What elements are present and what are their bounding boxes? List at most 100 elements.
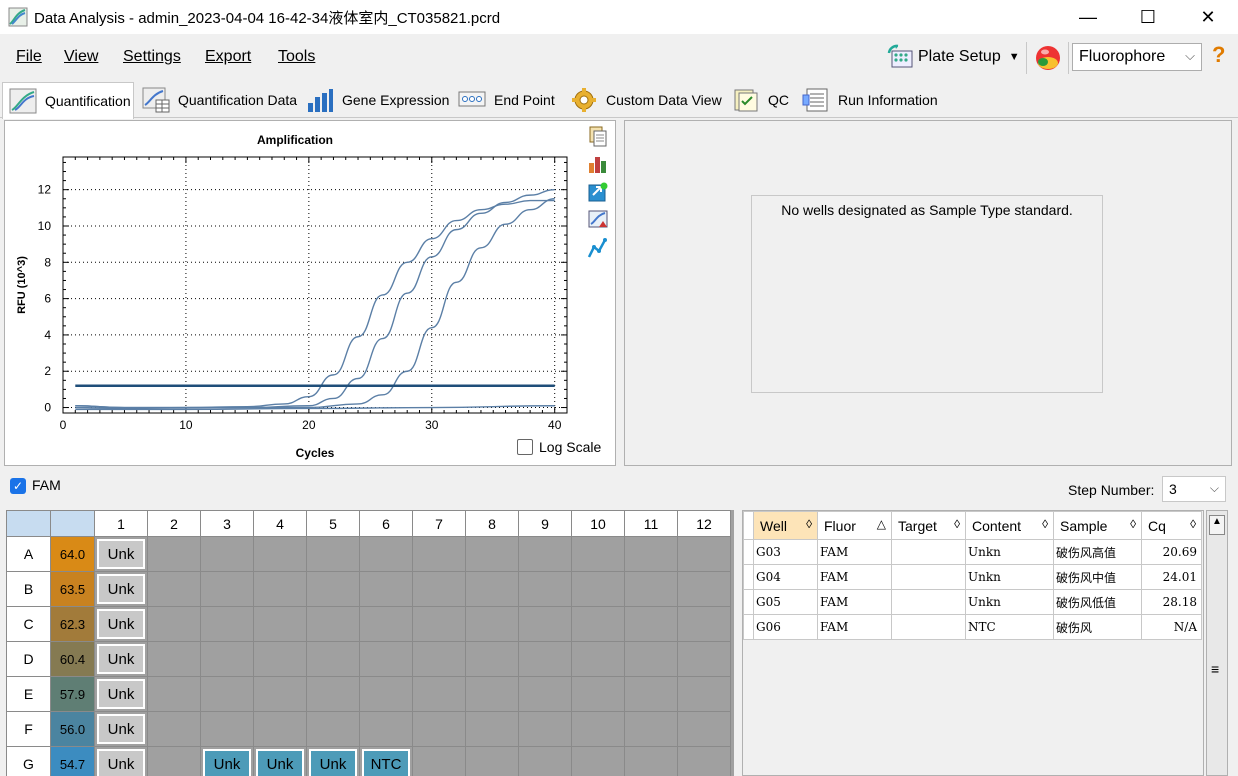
results-scrollbar[interactable]: ▲ ≡ xyxy=(1206,510,1228,776)
plate-well[interactable] xyxy=(571,676,625,712)
table-row[interactable]: G03 FAM Unkn 破伤风高值 20.69 xyxy=(743,539,1202,565)
plate-corner[interactable] xyxy=(6,510,51,537)
curve-fit-icon[interactable] xyxy=(587,237,609,259)
plate-column-header[interactable]: 11 xyxy=(624,510,678,537)
scroll-up-icon[interactable]: ▲ xyxy=(1209,515,1225,535)
plate-well[interactable] xyxy=(677,676,731,712)
plate-row-header[interactable]: A xyxy=(6,536,51,572)
plate-column-header[interactable]: 12 xyxy=(677,510,731,537)
plate-well[interactable] xyxy=(147,571,201,607)
plate-well[interactable] xyxy=(571,571,625,607)
tab-qc[interactable]: QC xyxy=(726,82,794,118)
plate-well[interactable] xyxy=(253,676,307,712)
plate-well[interactable] xyxy=(359,606,413,642)
plate-well[interactable]: Unk xyxy=(253,746,307,776)
plate-well[interactable] xyxy=(253,641,307,677)
plate-well[interactable] xyxy=(147,641,201,677)
plate-well[interactable] xyxy=(200,641,254,677)
plate-well[interactable] xyxy=(200,536,254,572)
plate-column-header[interactable]: 1 xyxy=(94,510,148,537)
plate-well[interactable] xyxy=(306,676,360,712)
sort-icon[interactable]: ◊ xyxy=(1130,517,1136,531)
results-column-header[interactable]: Well ◊ xyxy=(753,511,818,540)
log-scale-checkbox[interactable]: Log Scale xyxy=(517,439,601,455)
sort-icon[interactable]: ◊ xyxy=(954,517,960,531)
plate-row-header[interactable]: D xyxy=(6,641,51,677)
plate-well[interactable] xyxy=(624,746,678,776)
plate-well[interactable] xyxy=(624,571,678,607)
plate-well[interactable] xyxy=(359,641,413,677)
plate-column-header[interactable]: 4 xyxy=(253,510,307,537)
plate-row-header[interactable]: C xyxy=(6,606,51,642)
plate-well[interactable] xyxy=(359,711,413,747)
tab-quantification[interactable]: Quantification xyxy=(2,82,134,119)
plate-well[interactable] xyxy=(306,711,360,747)
plate-well[interactable] xyxy=(147,676,201,712)
results-column-header[interactable]: Fluor △ xyxy=(817,511,892,540)
chart-settings-icon[interactable] xyxy=(587,209,609,231)
plate-well[interactable]: Unk xyxy=(94,641,148,677)
plate-well[interactable]: Unk xyxy=(94,746,148,776)
plate-well[interactable]: NTC xyxy=(359,746,413,776)
plate-well[interactable] xyxy=(306,606,360,642)
plate-well[interactable] xyxy=(677,641,731,677)
plate-well[interactable] xyxy=(465,676,519,712)
plate-well[interactable] xyxy=(200,711,254,747)
plate-well[interactable] xyxy=(306,641,360,677)
menu-file[interactable]: File xyxy=(16,48,42,66)
minimize-button[interactable]: — xyxy=(1058,0,1118,34)
copy-icon[interactable] xyxy=(587,125,609,147)
plate-well[interactable] xyxy=(677,746,731,776)
row-selector[interactable] xyxy=(743,539,754,565)
plate-well[interactable] xyxy=(518,641,572,677)
plate-well[interactable]: Unk xyxy=(94,536,148,572)
plate-column-header[interactable]: 3 xyxy=(200,510,254,537)
results-column-header[interactable]: Sample ◊ xyxy=(1053,511,1142,540)
plate-well[interactable] xyxy=(624,676,678,712)
plate-well[interactable] xyxy=(518,711,572,747)
tab-quantification-data[interactable]: Quantification Data xyxy=(136,82,298,118)
plate-well[interactable] xyxy=(624,641,678,677)
bar-chart-icon[interactable] xyxy=(587,153,609,175)
plate-column-header[interactable]: 10 xyxy=(571,510,625,537)
plate-well[interactable] xyxy=(147,536,201,572)
tab-custom-data-view[interactable]: Custom Data View xyxy=(564,82,724,118)
plate-well[interactable] xyxy=(253,571,307,607)
sort-icon[interactable]: ◊ xyxy=(1042,517,1048,531)
plate-well[interactable]: Unk xyxy=(200,746,254,776)
menu-view[interactable]: View xyxy=(64,48,98,66)
results-column-header[interactable]: Cq ◊ xyxy=(1141,511,1202,540)
plate-well[interactable] xyxy=(306,571,360,607)
scroll-grip-icon[interactable]: ≡ xyxy=(1211,661,1219,677)
plate-well[interactable] xyxy=(200,606,254,642)
plate-well[interactable] xyxy=(412,536,466,572)
plate-well[interactable] xyxy=(147,711,201,747)
plate-column-header[interactable]: 9 xyxy=(518,510,572,537)
plate-well[interactable] xyxy=(571,536,625,572)
plate-well[interactable] xyxy=(677,571,731,607)
plate-well[interactable] xyxy=(359,676,413,712)
plate-setup-dropdown-icon[interactable]: ▼ xyxy=(1009,51,1020,63)
plate-well[interactable] xyxy=(518,746,572,776)
plate-well[interactable] xyxy=(571,641,625,677)
results-column-header[interactable]: Target ◊ xyxy=(891,511,966,540)
menu-tools[interactable]: Tools xyxy=(278,48,315,66)
table-row[interactable]: G06 FAM NTC 破伤风 N/A xyxy=(743,614,1202,640)
plate-setup-button[interactable]: Plate Setup ▼ xyxy=(886,40,1020,74)
fluorophore-select[interactable]: Fluorophore ⌵ xyxy=(1072,43,1202,71)
plate-row-header[interactable]: E xyxy=(6,676,51,712)
plate-well[interactable] xyxy=(465,641,519,677)
plate-column-header[interactable]: 8 xyxy=(465,510,519,537)
help-icon[interactable]: ? xyxy=(1212,42,1225,68)
plate-well[interactable]: Unk xyxy=(94,711,148,747)
plate-well[interactable] xyxy=(465,606,519,642)
plate-well[interactable] xyxy=(518,536,572,572)
plate-well[interactable] xyxy=(306,536,360,572)
export-chart-icon[interactable] xyxy=(587,181,609,203)
plate-well[interactable] xyxy=(677,711,731,747)
plate-well[interactable]: Unk xyxy=(94,606,148,642)
tab-gene-expression[interactable]: Gene Expression xyxy=(300,82,450,118)
plate-well[interactable] xyxy=(571,606,625,642)
fluorophore-colors-icon[interactable] xyxy=(1034,44,1062,72)
plate-well[interactable] xyxy=(624,711,678,747)
